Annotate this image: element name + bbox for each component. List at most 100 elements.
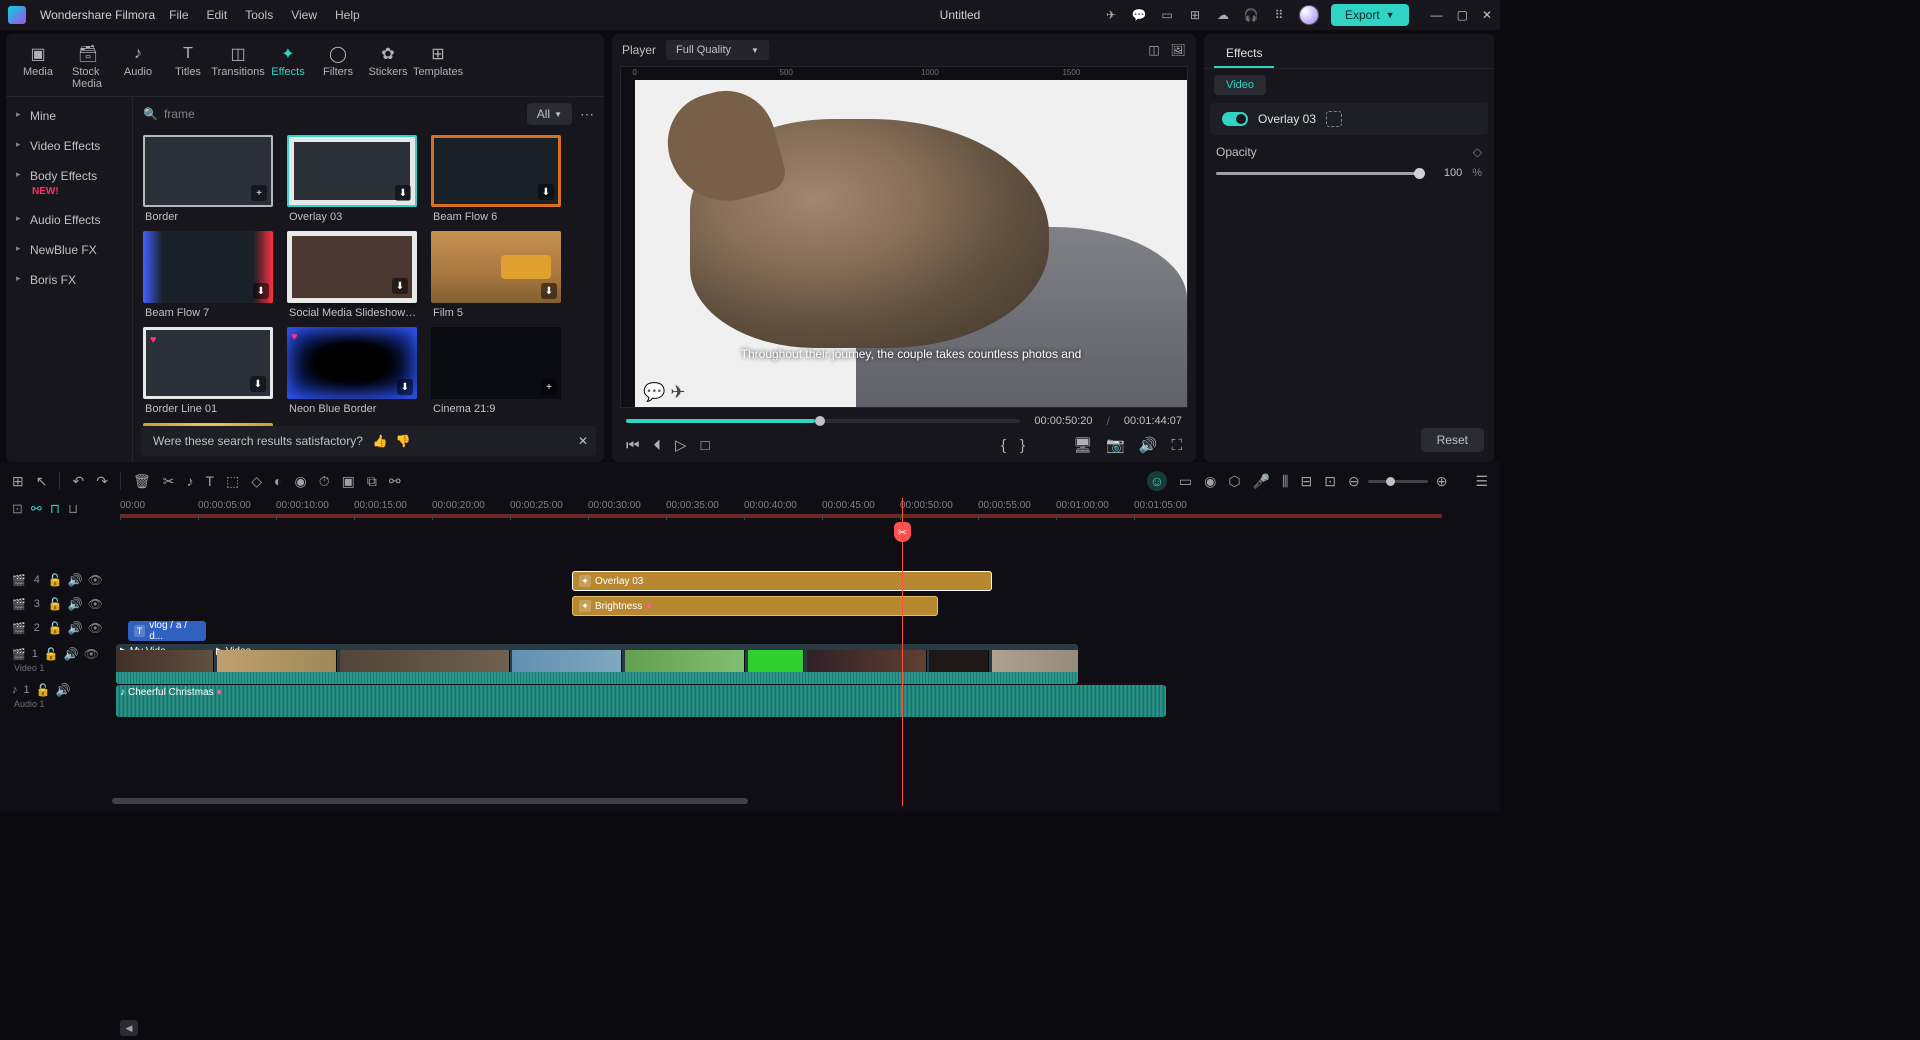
effect-item-border[interactable]: + Border	[143, 135, 275, 223]
effects-tab[interactable]: Effects	[1214, 40, 1274, 68]
thumbs-up-button[interactable]: 👍	[373, 434, 388, 448]
clip-main-video[interactable]: ▶My Vide... ▶Video	[116, 644, 1078, 684]
lock-icon[interactable]: 🔓	[36, 683, 51, 697]
group-icon[interactable]: ⧉	[367, 473, 377, 490]
opacity-value[interactable]: 100	[1430, 167, 1462, 179]
playhead[interactable]: ✂	[902, 498, 903, 806]
feedback-close-button[interactable]: ✕	[578, 434, 588, 448]
color-icon[interactable]: ◉	[295, 473, 307, 490]
cat-video-effects[interactable]: Video Effects	[6, 131, 132, 161]
volume-button[interactable]: 🔊	[1139, 436, 1158, 454]
apps-icon[interactable]: ⠿	[1271, 7, 1287, 23]
snapshot-button[interactable]: 📷	[1106, 436, 1125, 454]
effect-enable-toggle[interactable]	[1222, 112, 1248, 126]
transform-icon[interactable]: ▣	[342, 473, 355, 490]
effect-item-cinema219[interactable]: + Cinema 21:9	[431, 327, 563, 415]
cat-mine[interactable]: Mine	[6, 101, 132, 131]
filter-all-button[interactable]: All▼	[527, 103, 572, 125]
zoom-slider[interactable]	[1368, 480, 1428, 483]
headset-icon[interactable]: 🎧	[1243, 7, 1259, 23]
download-icon[interactable]: ⬇	[397, 379, 413, 395]
effect-item-borderline01[interactable]: ♥⬇ Border Line 01	[143, 327, 275, 415]
tab-templates[interactable]: ⊞Templates	[414, 40, 462, 94]
mute-icon[interactable]: 🔊	[68, 573, 83, 587]
record-icon[interactable]: ◉	[1204, 473, 1216, 490]
visibility-icon[interactable]: 👁	[88, 573, 103, 587]
visibility-icon[interactable]: 👁	[88, 621, 103, 635]
mixer-icon[interactable]: ⫼	[1282, 473, 1288, 490]
grid-icon[interactable]: ⊞	[12, 473, 24, 490]
mute-icon[interactable]: 🔊	[64, 647, 79, 661]
effect-item-beamflow6[interactable]: ⬇ Beam Flow 6	[431, 135, 563, 223]
lock-icon[interactable]: 🔓	[48, 573, 63, 587]
audio-edit-icon[interactable]: ♪	[186, 473, 193, 489]
tab-effects[interactable]: ✦Effects	[264, 40, 312, 94]
download-icon[interactable]: ⬇	[538, 184, 554, 200]
search-input[interactable]: 🔍frame	[143, 103, 519, 125]
speed-icon[interactable]: ⏱	[319, 473, 330, 490]
clip-brightness[interactable]: ✦Brightness♦	[572, 596, 938, 616]
mic-icon[interactable]: 🎤	[1253, 473, 1270, 490]
link-toggle-icon[interactable]: ⚯	[31, 501, 42, 517]
timeline-scrollbar[interactable]	[112, 796, 1494, 806]
tab-stock-media[interactable]: 🗃Stock Media	[64, 40, 112, 94]
smart-tool-icon[interactable]: ☺	[1147, 471, 1167, 491]
effect-item-film5[interactable]: ⬇ Film 5	[431, 231, 563, 319]
mute-icon[interactable]: 🔊	[68, 621, 83, 635]
download-icon[interactable]: ⬇	[253, 283, 269, 299]
clip-overlay03[interactable]: ✦Overlay 03	[572, 571, 992, 591]
keyframe-diamond-icon[interactable]: ◇	[1473, 145, 1482, 159]
chain-icon[interactable]: ⚯	[389, 473, 401, 490]
render-icon[interactable]: ▭	[1179, 473, 1192, 490]
stop-button[interactable]: □	[701, 437, 710, 454]
toggle-icon[interactable]: ⊡	[12, 501, 23, 517]
minimize-button[interactable]: —	[1431, 8, 1443, 22]
text-icon[interactable]: T	[205, 473, 214, 489]
shape-icon[interactable]: ◇	[251, 473, 262, 490]
mark-out-button[interactable]: }	[1020, 437, 1025, 454]
clip-audio-cheerful-christmas[interactable]: ♪Cheerful Christmas♦	[116, 685, 1166, 717]
cat-newblue[interactable]: NewBlue FX	[6, 235, 132, 265]
tab-stickers[interactable]: ✿Stickers	[364, 40, 412, 94]
reset-button[interactable]: Reset	[1421, 428, 1484, 452]
menu-view[interactable]: View	[291, 8, 317, 22]
redo-button[interactable]: ↷	[96, 473, 108, 490]
screen-icon[interactable]: 🖥	[1073, 436, 1092, 454]
image-view-icon[interactable]: 🖼	[1170, 42, 1186, 58]
delete-button[interactable]: 🗑	[133, 473, 151, 490]
split-button[interactable]: ✂	[163, 473, 175, 490]
message-icon[interactable]: 💬	[1131, 7, 1147, 23]
menu-file[interactable]: File	[169, 8, 188, 22]
cat-body-effects[interactable]: Body Effects NEW!	[6, 161, 132, 205]
lock-icon[interactable]: 🔓	[48, 597, 63, 611]
lock-icon[interactable]: 🔓	[48, 621, 63, 635]
download-icon[interactable]: ⬇	[541, 283, 557, 299]
visibility-icon[interactable]: 👁	[88, 597, 103, 611]
mark-in-button[interactable]: {	[1001, 437, 1006, 454]
undo-button[interactable]: ↶	[72, 473, 84, 490]
library-icon[interactable]: ⊞	[1187, 7, 1203, 23]
download-icon[interactable]: ⬇	[392, 278, 408, 294]
cat-boris[interactable]: Boris FX	[6, 265, 132, 295]
effect-item-neon-blue[interactable]: ♥⬇ Neon Blue Border	[287, 327, 419, 415]
close-button[interactable]: ✕	[1482, 8, 1492, 22]
menu-tools[interactable]: Tools	[245, 8, 273, 22]
more-options-button[interactable]: ⋯	[580, 106, 594, 123]
pointer-icon[interactable]: ↖	[36, 473, 48, 490]
in-out-range[interactable]	[120, 514, 1442, 518]
playback-progress[interactable]	[626, 419, 1020, 423]
add-icon[interactable]: +	[251, 185, 267, 201]
adjust-icon[interactable]: ⊟	[1301, 473, 1313, 490]
tab-transitions[interactable]: ◫Transitions	[214, 40, 262, 94]
effect-reset-icon[interactable]	[1326, 111, 1342, 127]
menu-edit[interactable]: Edit	[207, 8, 228, 22]
mask-icon[interactable]: ◐	[274, 473, 282, 489]
download-icon[interactable]: ⬇	[250, 376, 266, 392]
fullscreen-button[interactable]: ⛶	[1171, 437, 1182, 454]
zoom-in-button[interactable]: ⊕	[1436, 473, 1448, 490]
track-head-3[interactable]: 🎬3🔓🔊👁	[6, 592, 112, 616]
fit-icon[interactable]: ⊡	[1324, 473, 1336, 490]
tab-filters[interactable]: ◯Filters	[314, 40, 362, 94]
play-button[interactable]: ▷	[675, 436, 687, 454]
time-ruler[interactable]: 00:00 00:00:05:00 00:00:10:00 00:00:15:0…	[112, 498, 1494, 520]
